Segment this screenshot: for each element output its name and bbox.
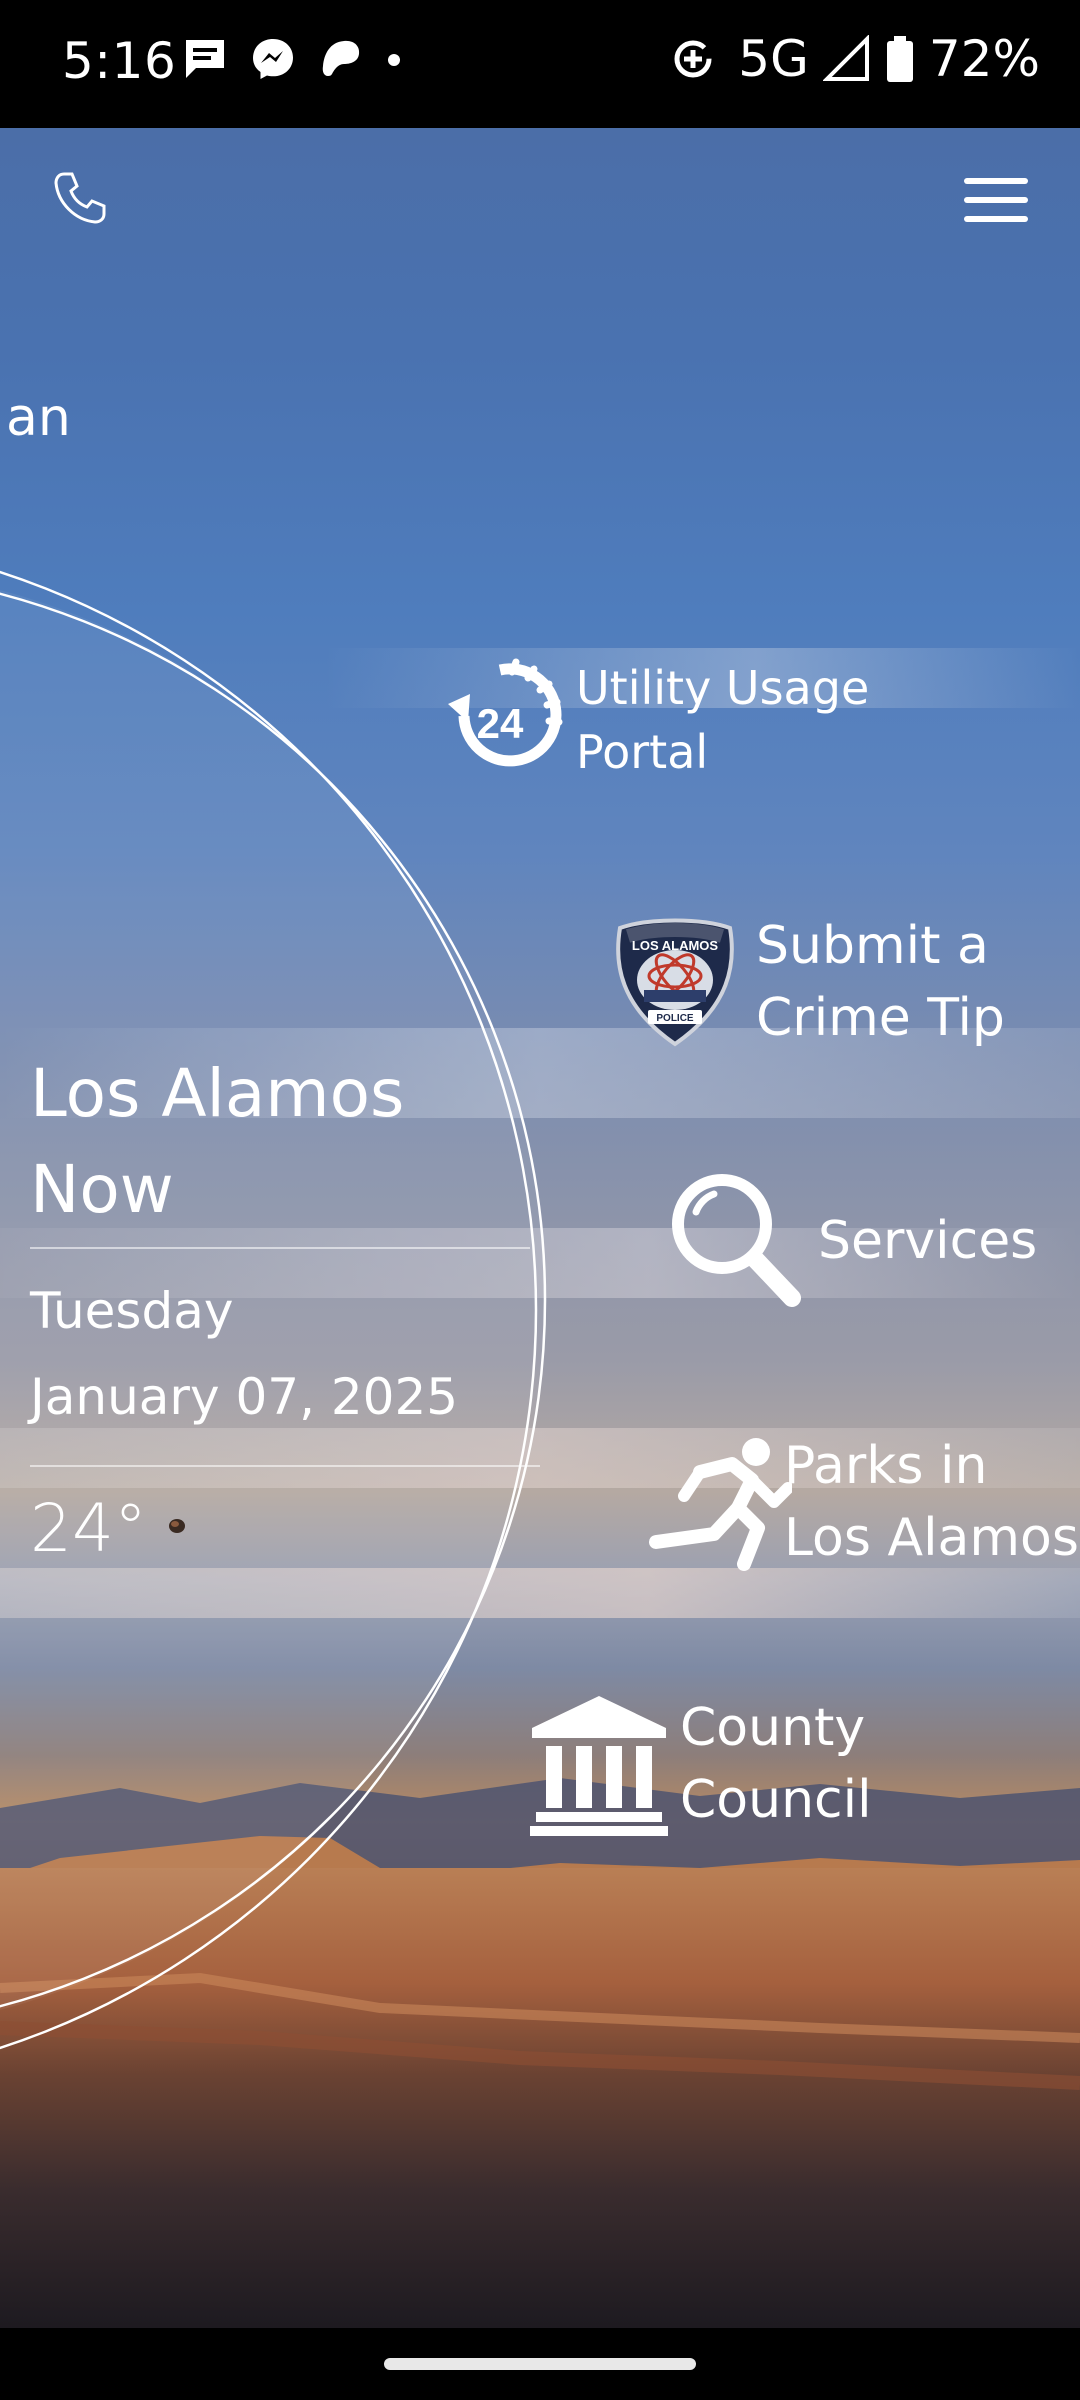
battery-icon [886,36,913,82]
government-building-icon [530,1696,668,1836]
notification-icons [182,36,402,82]
gesture-bar [0,2328,1080,2400]
county-council-label: County Council [680,1698,872,1830]
status-time: 5:16 [62,32,177,90]
link-submit-crime-tip[interactable]: LOS ALAMOS POLICE Submit a Crime Tip [608,910,1005,1054]
chat-icon [322,40,360,76]
dot-icon [388,54,400,66]
data-saver-icon [674,40,712,78]
divider-top [30,1247,530,1249]
parks-label: Parks in Los Alamos [784,1436,1079,1568]
weekday-label: Tuesday [30,1282,234,1340]
status-bar: 5:16 5G 72% [0,0,1080,128]
battery-percent: 72% [928,30,1040,88]
page-title: Los Alamos Now [30,1055,405,1228]
divider-bottom [30,1465,540,1467]
link-services[interactable]: Services [662,1168,1037,1314]
24-hour-icon: 24 [448,658,563,767]
signal-icon [822,35,869,81]
date-label: January 07, 2025 [30,1368,459,1426]
moon-icon [169,1519,185,1533]
running-person-icon [649,1438,792,1571]
hamburger-menu-icon [964,178,1028,222]
home-indicator[interactable] [384,2358,696,2370]
temperature-label: 24° [30,1490,147,1567]
link-parks-in-los-alamos[interactable]: Parks in Los Alamos [642,1430,1079,1574]
search-icon [672,1174,801,1307]
partial-heading: an [6,388,71,448]
badge-bottom-text: POLICE [656,1013,694,1024]
menu-button[interactable] [962,170,1032,230]
network-type: 5G [738,30,809,88]
link-utility-usage-portal[interactable]: 24 Utility Usage Portal [430,650,869,790]
svg-text:24: 24 [477,700,524,747]
utility-usage-portal-label: Utility Usage Portal [576,661,870,779]
services-label: Services [818,1211,1038,1271]
message-icon [186,40,224,78]
phone-icon [54,172,106,224]
app-screen: 5:16 5G 72% an Los Alamos Now Tuesday Ja… [0,0,1080,2400]
submit-crime-tip-label: Submit a Crime Tip [756,916,1005,1048]
link-county-council[interactable]: County Council [528,1692,872,1836]
messenger-icon [253,39,293,79]
phone-button[interactable] [50,168,110,228]
police-badge-icon: LOS ALAMOS POLICE [616,918,734,1047]
system-icons: 5G 72% [670,30,1040,88]
